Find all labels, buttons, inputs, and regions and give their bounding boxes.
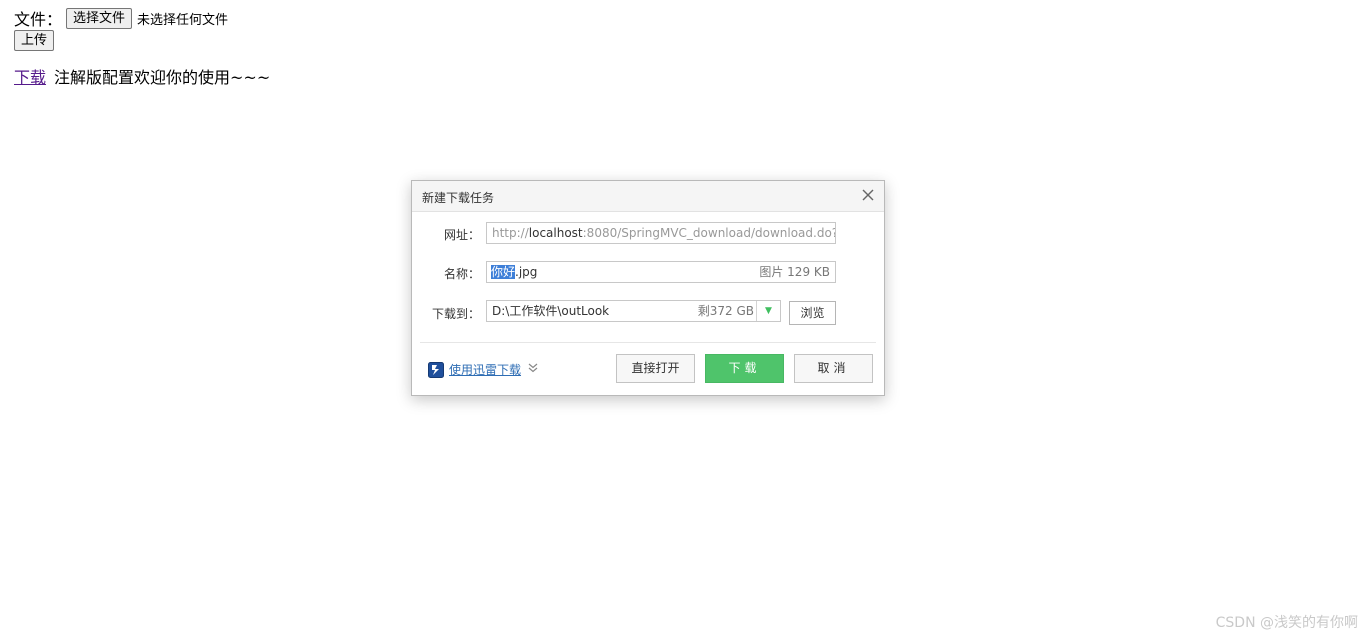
triangle-down-icon[interactable]: ▼: [756, 301, 780, 321]
name-field[interactable]: 你好.jpg 图片 129 KB: [486, 261, 836, 283]
cancel-button[interactable]: 取消: [794, 354, 873, 383]
no-file-text: 未选择任何文件: [137, 12, 229, 28]
save-path-value: D:\工作软件\outLook: [492, 304, 610, 318]
file-type-size: 图片 129 KB: [759, 265, 830, 279]
download-link[interactable]: 下载: [14, 64, 46, 88]
name-selected-text: 你好: [491, 265, 516, 279]
name-extension: .jpg: [515, 265, 538, 279]
choose-file-button[interactable]: 选择文件: [66, 7, 133, 29]
file-label: 文件：: [14, 10, 63, 29]
upload-row: 上传: [14, 29, 55, 51]
upload-button[interactable]: 上传: [14, 30, 55, 51]
url-prefix: http://: [492, 226, 529, 240]
close-icon[interactable]: [860, 187, 876, 203]
xunlei-logo-icon: [428, 361, 444, 378]
save-path-field[interactable]: D:\工作软件\outLook 剩372 GB ▼: [486, 300, 781, 322]
url-field[interactable]: http://localhost:8080/SpringMVC_download…: [486, 222, 836, 244]
new-download-dialog: 新建下载任务 网址： http://localhost:8080/SpringM…: [411, 180, 885, 396]
free-space: 剩372 GB: [697, 304, 754, 318]
file-row: 文件： 选择文件 未选择任何文件: [14, 6, 228, 30]
browse-button[interactable]: 浏览: [789, 301, 836, 325]
dialog-title: 新建下载任务: [422, 191, 495, 205]
url-rest: :8080/SpringMVC_download/download.do?: [582, 226, 836, 240]
url-label: 网址：: [443, 228, 480, 242]
name-label: 名称：: [443, 267, 480, 281]
watermark: CSDN @浅笑的有你啊: [1215, 615, 1358, 631]
download-message: 注解版配置欢迎你的使用~~~: [54, 68, 271, 87]
xunlei-option: 使用迅雷下载: [428, 361, 538, 378]
dialog-titlebar: 新建下载任务: [412, 181, 884, 212]
open-directly-button[interactable]: 直接打开: [616, 354, 695, 383]
path-label: 下载到：: [431, 307, 480, 321]
use-xunlei-link[interactable]: 使用迅雷下载: [449, 361, 521, 378]
divider: [420, 342, 876, 343]
download-button[interactable]: 下载: [705, 354, 784, 383]
page: 文件： 选择文件 未选择任何文件 上传 下载 注解版配置欢迎你的使用~~~ 新建…: [0, 0, 1368, 638]
download-row: 下载 注解版配置欢迎你的使用~~~: [14, 64, 270, 88]
url-host: localhost: [528, 226, 583, 240]
double-chevron-down-icon[interactable]: [528, 363, 538, 376]
